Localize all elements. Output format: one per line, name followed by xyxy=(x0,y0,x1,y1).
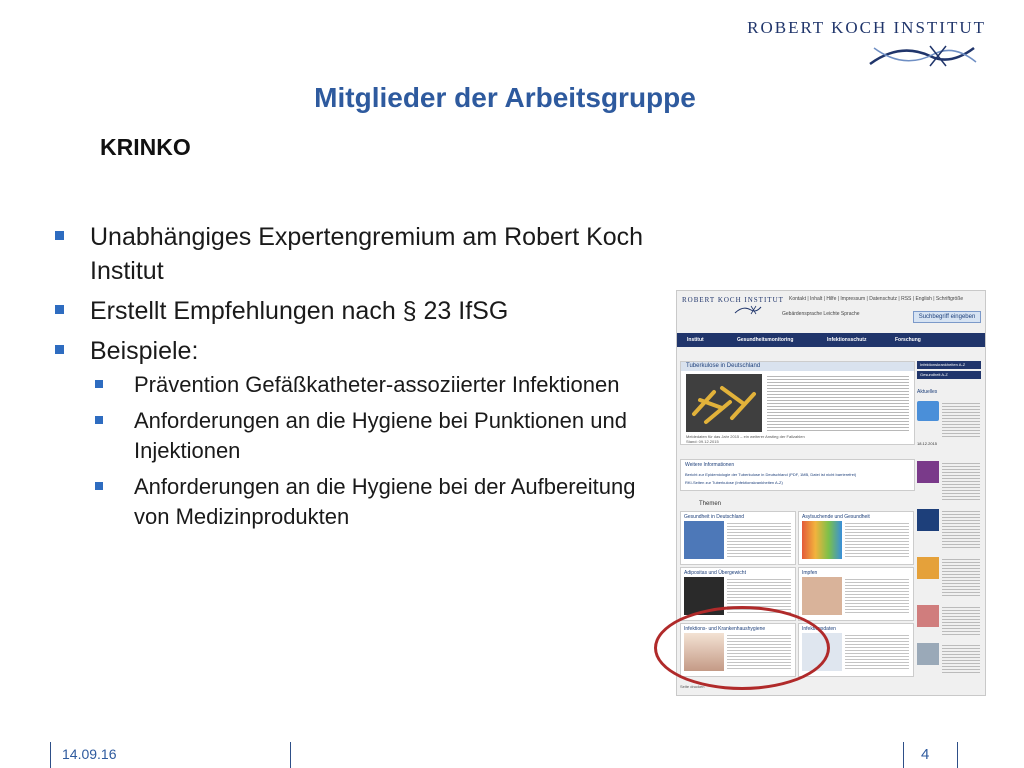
square-bullet-icon xyxy=(95,482,103,490)
topic-tile-text xyxy=(845,521,909,559)
sidebar-news-thumb[interactable] xyxy=(917,461,939,483)
footer-divider xyxy=(903,742,904,768)
square-bullet-icon xyxy=(55,305,64,314)
sidebar-news-thumb[interactable] xyxy=(917,557,939,579)
topic-tile-title: Asylsuchende und Gesundheit xyxy=(802,514,870,520)
sidebar-news-text xyxy=(942,461,980,501)
square-bullet-icon xyxy=(55,231,64,240)
bullet-item: Beispiele: Prävention Gefäßkatheter-asso… xyxy=(50,334,660,532)
nav-item-gesundheitsmonitoring[interactable]: Gesundheitsmonitoring xyxy=(737,333,793,347)
website-sidebar: Infektionskrankheiten A-Z Gesundheit A-Z… xyxy=(917,361,983,681)
further-info-link-report[interactable]: Bericht zur Epidemiologie der Tuberkulos… xyxy=(685,472,856,477)
topic-tile-asylsuchende[interactable]: Asylsuchende und Gesundheit xyxy=(798,511,914,565)
bullet-text: Unabhängiges Expertengremium am Robert K… xyxy=(90,223,644,285)
sub-bullet-text: Anforderungen an die Hygiene bei Punktio… xyxy=(134,408,627,463)
topic-tile-title: Impfen xyxy=(802,570,818,576)
sidebar-news-thumb[interactable] xyxy=(917,509,939,531)
page-number: 4 xyxy=(921,746,930,763)
website-top-links[interactable]: Kontakt | Inhalt | Hilfe | Impressum | D… xyxy=(789,296,963,302)
rki-logo-icon xyxy=(869,45,977,67)
topic-tile-text xyxy=(845,633,909,671)
topic-tile-impfen[interactable]: Impfen xyxy=(798,567,914,621)
footer-date: 14.09.16 xyxy=(62,746,117,762)
bacteria-image xyxy=(686,374,762,432)
sub-bullet-list: Prävention Gefäßkatheter-assoziierter In… xyxy=(90,370,660,532)
sidebar-news-text xyxy=(942,557,980,597)
article-body-lines xyxy=(767,374,909,432)
topic-tile-image xyxy=(684,521,724,559)
bullet-item: Erstellt Empfehlungen nach § 23 IfSG xyxy=(50,294,660,328)
bullet-text: Erstellt Empfehlungen nach § 23 IfSG xyxy=(90,297,509,325)
topic-tile-gesundheit[interactable]: Gesundheit in Deutschland xyxy=(680,511,796,565)
nav-item-institut[interactable]: Institut xyxy=(687,333,704,347)
sidebar-news-thumb[interactable] xyxy=(917,643,939,665)
article-title: Tuberkulose in Deutschland xyxy=(681,362,914,371)
sidebar-news-text xyxy=(942,401,980,437)
sidebar-news-thumb[interactable] xyxy=(917,605,939,627)
further-info-link-rki[interactable]: RKI-Seiten zur Tuberkulose (Infektionskr… xyxy=(685,480,783,485)
website-search-input[interactable]: Suchbegriff eingeben xyxy=(913,311,981,323)
footer-divider xyxy=(290,742,291,768)
topic-tile-title: Gesundheit in Deutschland xyxy=(684,514,745,520)
footer-divider xyxy=(50,742,51,768)
sidebar-tweet-date: 18.12.2015 xyxy=(917,441,938,446)
sidebar-gesundheit-dropdown[interactable]: Gesundheit A-Z xyxy=(917,371,981,379)
further-info-title: Weitere Informationen xyxy=(685,462,735,468)
twitter-bird-icon[interactable] xyxy=(917,401,939,421)
sidebar-aktuelles-heading: Aktuelles xyxy=(917,389,938,395)
square-bullet-icon xyxy=(95,416,103,424)
nav-item-infektionsschutz[interactable]: Infektionsschutz xyxy=(827,333,866,347)
website-accessibility-links[interactable]: Gebärdensprache Leichte Sprache xyxy=(782,311,860,317)
topic-tile-title: Adipositas und Übergewicht xyxy=(684,570,746,576)
website-logo-icon xyxy=(734,305,762,315)
sidebar-news-text xyxy=(942,643,980,673)
themen-label: Themen xyxy=(699,501,722,507)
topic-tile-text xyxy=(727,521,791,559)
bullet-list: Unabhängiges Expertengremium am Robert K… xyxy=(50,220,660,538)
square-bullet-icon xyxy=(95,380,103,388)
sidebar-az-dropdown[interactable]: Infektionskrankheiten A-Z xyxy=(917,361,981,369)
nav-item-forschung[interactable]: Forschung xyxy=(895,333,921,347)
topic-tile-image xyxy=(802,521,842,559)
sidebar-news-text xyxy=(942,509,980,549)
square-bullet-icon xyxy=(55,345,64,354)
sidebar-news-text xyxy=(942,605,980,635)
topic-tile-image xyxy=(802,577,842,615)
slide-title: Mitglieder der Arbeitsgruppe xyxy=(314,82,696,113)
slide-subtitle: KRINKO xyxy=(100,134,191,160)
sub-bullet-item: Anforderungen an die Hygiene bei der Auf… xyxy=(90,472,660,532)
bullet-item: Unabhängiges Expertengremium am Robert K… xyxy=(50,220,660,288)
sub-bullet-text: Prävention Gefäßkatheter-assoziierter In… xyxy=(134,372,620,397)
sub-bullet-text: Anforderungen an die Hygiene bei der Auf… xyxy=(134,474,636,529)
highlight-circle xyxy=(654,606,830,690)
bullet-text: Beispiele: xyxy=(90,337,199,365)
sub-bullet-item: Anforderungen an die Hygiene bei Punktio… xyxy=(90,406,660,466)
website-further-info: Weitere Informationen Bericht zur Epidem… xyxy=(680,459,915,491)
article-footer: Meldedaten für das Jahr 2015 – ein weite… xyxy=(686,434,805,444)
article-date: Stand: 09.12.2015 xyxy=(686,439,719,444)
footer-divider xyxy=(957,742,958,768)
website-brand: ROBERT KOCH INSTITUT xyxy=(682,296,784,304)
website-main-nav: Institut Gesundheitsmonitoring Infektion… xyxy=(677,333,985,347)
website-feature-article[interactable]: Tuberkulose in Deutschland Meldedaten fü… xyxy=(680,361,915,445)
topic-tile-text xyxy=(845,577,909,615)
rki-brand-name: ROBERT KOCH INSTITUT xyxy=(747,18,986,37)
sub-bullet-item: Prävention Gefäßkatheter-assoziierter In… xyxy=(90,370,660,400)
